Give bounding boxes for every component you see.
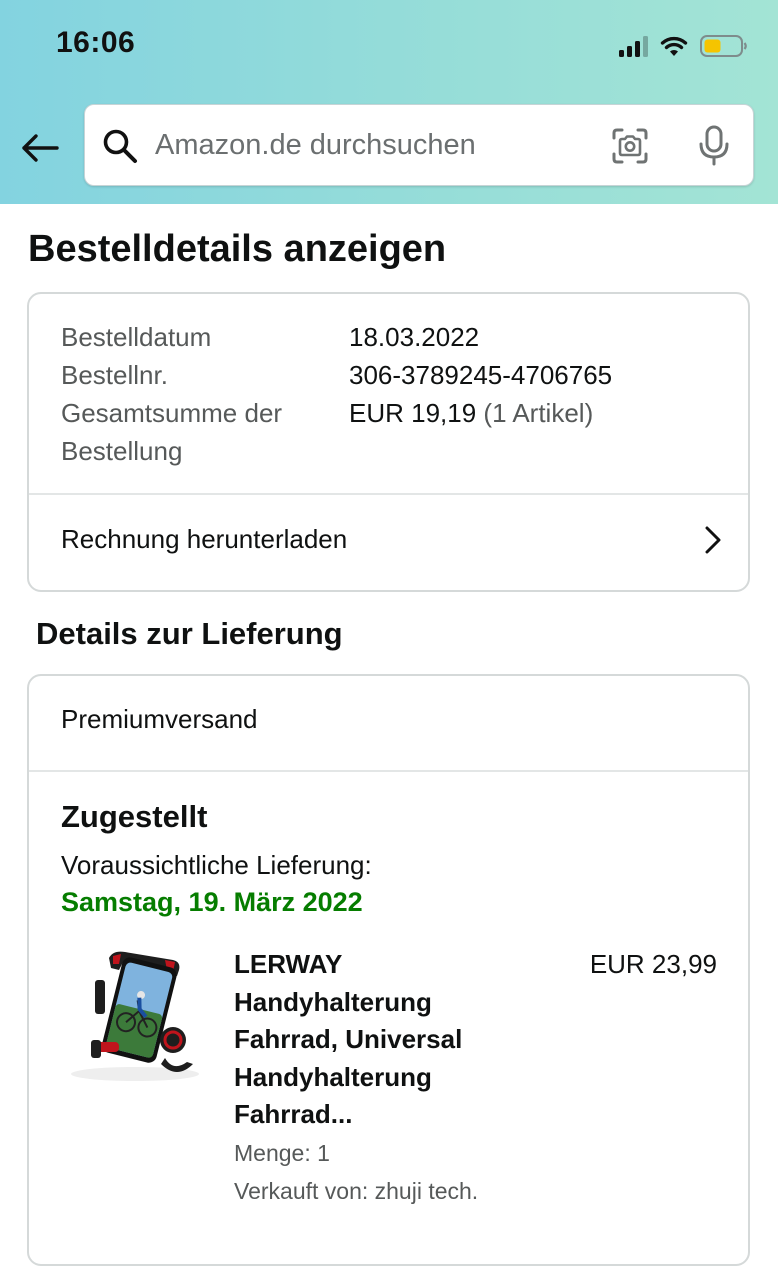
header-bar: 16:06 <box>0 0 778 204</box>
product-seller: Verkauft von: zhuji tech. <box>234 1178 479 1204</box>
battery-icon <box>700 35 747 57</box>
status-time: 16:06 <box>56 26 136 59</box>
search-input[interactable] <box>155 125 595 165</box>
product-quantity: Menge: 1 <box>234 1140 330 1166</box>
divider <box>29 493 748 495</box>
order-date-value: 18.03.2022 <box>349 322 480 352</box>
back-button[interactable] <box>18 126 62 170</box>
order-total-value: EUR 19,19 (1 Artikel) <box>349 394 593 432</box>
order-total-amount: EUR 19,19 <box>349 398 477 428</box>
eta-date: Samstag, 19. März 2022 <box>61 887 363 917</box>
chevron-right-icon[interactable] <box>704 526 722 554</box>
product-price: EUR 23,99 <box>589 949 717 979</box>
delivery-section-title: Details zur Lieferung <box>36 616 343 651</box>
order-number-value: 306-3789245-4706765 <box>349 360 613 390</box>
delivery-card: Premiumversand Zugestellt Voraussichtlic… <box>27 674 750 1266</box>
search-icon <box>103 129 137 163</box>
delivery-status: Zugestellt <box>61 799 208 834</box>
order-total-label: Gesamtsumme der Bestellung <box>61 398 283 466</box>
product-title-link[interactable]: LERWAY Handyhalterung Fahrrad, Universal… <box>234 946 534 1134</box>
order-item-count: (1 Artikel) <box>483 398 594 428</box>
back-arrow-icon <box>22 134 59 162</box>
download-invoice-link[interactable]: Rechnung herunterladen <box>61 520 347 558</box>
divider <box>29 770 748 772</box>
camera-icon[interactable] <box>611 127 649 165</box>
eta-label: Voraussichtliche Lieferung: <box>61 850 372 880</box>
product-image[interactable] <box>69 946 205 1086</box>
shipping-type: Premiumversand <box>61 704 258 734</box>
order-date-label: Bestelldatum <box>61 322 212 352</box>
microphone-icon[interactable] <box>697 125 731 167</box>
status-icons <box>619 30 748 62</box>
order-summary-card: Bestelldatum 18.03.2022 Bestellnr. 306-3… <box>27 292 750 592</box>
cellular-signal-icon <box>619 35 648 57</box>
wifi-icon <box>660 36 688 56</box>
order-number-label: Bestellnr. <box>61 360 168 390</box>
page-title: Bestelldetails anzeigen <box>28 228 447 270</box>
search-bar[interactable] <box>84 104 754 186</box>
